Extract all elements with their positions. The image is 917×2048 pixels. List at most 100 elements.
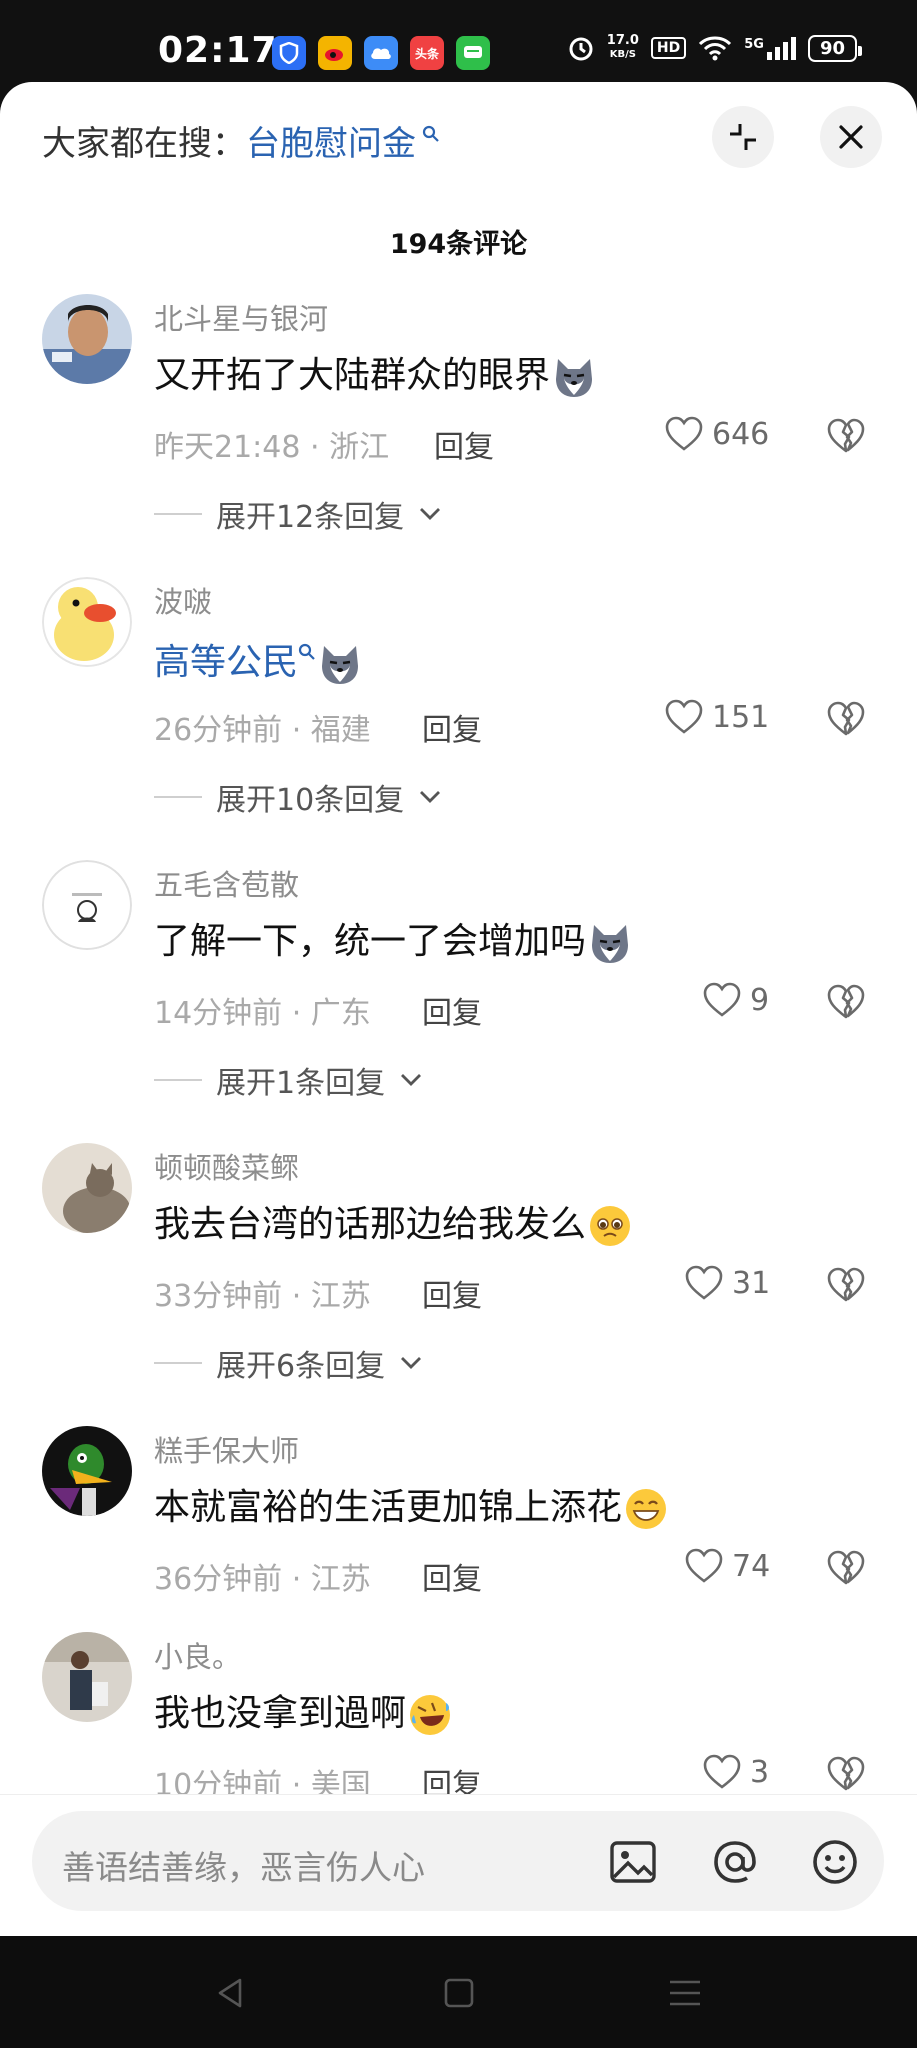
like-button[interactable]: 3	[702, 1754, 769, 1790]
avatar[interactable]	[42, 577, 132, 667]
like-button[interactable]: 31	[684, 1265, 770, 1301]
expand-replies-button[interactable]: 展开1条回复	[154, 1058, 423, 1102]
comment-input-placeholder: 善语结善缘，恶言伤人心	[62, 1848, 425, 1887]
mention-button[interactable]	[708, 1835, 762, 1889]
pleading-face-emoji-icon	[588, 1204, 632, 1248]
toutiao-icon: 头条	[410, 36, 444, 70]
chevron-down-icon	[401, 1074, 422, 1086]
search-icon	[298, 629, 316, 670]
dislike-button[interactable]	[826, 1267, 866, 1307]
comment-time-location: 26分钟前 · 福建	[154, 713, 371, 748]
dislike-button[interactable]	[826, 418, 866, 458]
collapse-button[interactable]	[712, 106, 774, 168]
weibo-icon	[318, 36, 352, 70]
comment-time-location: 14分钟前 · 广东	[154, 996, 371, 1031]
heart-icon	[665, 699, 703, 734]
husky-emoji-icon	[552, 355, 596, 399]
grinning-face-emoji-icon	[624, 1487, 668, 1531]
trending-search[interactable]: 大家都在搜：台胞慰问金	[42, 116, 440, 165]
toutiao-label: 头条	[414, 46, 439, 61]
heart-icon	[703, 1754, 741, 1789]
hd-badge: HD	[650, 37, 687, 59]
emoji-button[interactable]	[808, 1835, 862, 1889]
trending-search-keyword[interactable]: 台胞慰问金	[246, 124, 416, 164]
broken-heart-icon	[827, 701, 865, 736]
expand-replies-label: 展开6条回复	[216, 1349, 386, 1384]
collapse-icon	[730, 124, 756, 150]
comment-text: 本就富裕的生活更加锦上添花	[154, 1478, 668, 1531]
comment-username[interactable]: 小良。	[154, 1634, 241, 1676]
comment-input[interactable]: 善语结善缘，恶言伤人心	[32, 1811, 884, 1911]
divider	[154, 1079, 202, 1081]
rolling-laughing-emoji-icon	[408, 1693, 452, 1737]
image-button[interactable]	[606, 1835, 660, 1889]
status-bar: 02:17 头条 17.0 KB/S HD 5G 90	[0, 0, 917, 82]
expand-replies-button[interactable]: 展开10条回复	[154, 775, 442, 819]
like-button[interactable]: 74	[684, 1548, 770, 1584]
reply-button[interactable]: 回复	[422, 1554, 482, 1598]
search-icon	[416, 124, 440, 148]
network-speed: 17.0 KB/S	[606, 33, 639, 61]
recents-menu-icon[interactable]	[668, 1978, 702, 2008]
broken-heart-icon	[827, 1267, 865, 1302]
wifi-icon	[699, 36, 732, 61]
comment-username[interactable]: 北斗星与银河	[154, 296, 328, 338]
comment-time-location: 36分钟前 · 江苏	[154, 1562, 371, 1597]
comment-username[interactable]: 糕手保大师	[154, 1428, 299, 1470]
comment-time-location: 昨天21:48 · 浙江	[154, 430, 390, 465]
like-button[interactable]: 9	[702, 982, 769, 1018]
dislike-button[interactable]	[826, 1550, 866, 1590]
close-button[interactable]	[820, 106, 882, 168]
like-button[interactable]: 646	[664, 416, 769, 452]
chevron-down-icon	[420, 791, 441, 803]
broken-heart-icon	[827, 1550, 865, 1585]
system-nav-bar	[0, 1936, 917, 2048]
comment-username[interactable]: 波啵	[154, 579, 212, 621]
battery-indicator: 90	[807, 34, 863, 62]
like-count: 151	[712, 699, 770, 735]
chevron-down-icon	[420, 508, 441, 520]
close-icon	[839, 125, 863, 149]
comment-text: 了解一下，统一了会增加吗	[154, 912, 632, 965]
dislike-button[interactable]	[826, 1756, 866, 1796]
like-count: 31	[732, 1265, 771, 1301]
smiley-icon	[813, 1840, 857, 1884]
home-icon[interactable]	[442, 1976, 476, 2010]
expand-replies-button[interactable]: 展开6条回复	[154, 1341, 423, 1385]
comment-username[interactable]: 顿顿酸菜鳏	[154, 1145, 299, 1187]
comment-time-location: 33分钟前 · 江苏	[154, 1279, 371, 1314]
reply-button[interactable]: 回复	[422, 1271, 482, 1315]
expand-replies-label: 展开1条回复	[216, 1066, 386, 1101]
broken-heart-icon	[827, 418, 865, 453]
avatar[interactable]	[42, 1632, 132, 1722]
heart-icon	[685, 1265, 723, 1300]
reply-button[interactable]: 回复	[422, 988, 482, 1032]
comment-text[interactable]: 高等公民	[154, 629, 362, 686]
comment-sheet: 大家都在搜：台胞慰问金 194条评论 北斗星与银河 又开拓了大陆群众的眼界 昨天…	[0, 82, 917, 1936]
avatar[interactable]	[42, 1426, 132, 1516]
avatar[interactable]	[42, 860, 132, 950]
like-count: 3	[750, 1754, 770, 1790]
chevron-down-icon	[401, 1357, 422, 1369]
heart-icon	[703, 982, 741, 1017]
dislike-button[interactable]	[826, 701, 866, 741]
like-button[interactable]: 151	[664, 699, 769, 735]
comment-username[interactable]: 五毛含苞散	[154, 862, 299, 904]
heart-icon	[665, 416, 703, 451]
dislike-button[interactable]	[826, 984, 866, 1024]
expand-replies-label: 展开10条回复	[216, 783, 405, 818]
avatar[interactable]	[42, 294, 132, 384]
expand-replies-button[interactable]: 展开12条回复	[154, 492, 442, 536]
avatar[interactable]	[42, 1143, 132, 1233]
signal-icon: 5G	[744, 36, 796, 60]
comment-count: 194条评论	[389, 229, 528, 260]
husky-emoji-icon	[318, 642, 362, 686]
like-count: 646	[712, 416, 770, 452]
divider	[154, 513, 202, 515]
message-app-icon	[456, 36, 490, 70]
reply-button[interactable]: 回复	[434, 422, 494, 466]
back-icon[interactable]	[214, 1976, 248, 2010]
broken-heart-icon	[827, 984, 865, 1019]
alarm-icon	[569, 37, 593, 61]
reply-button[interactable]: 回复	[422, 705, 482, 749]
